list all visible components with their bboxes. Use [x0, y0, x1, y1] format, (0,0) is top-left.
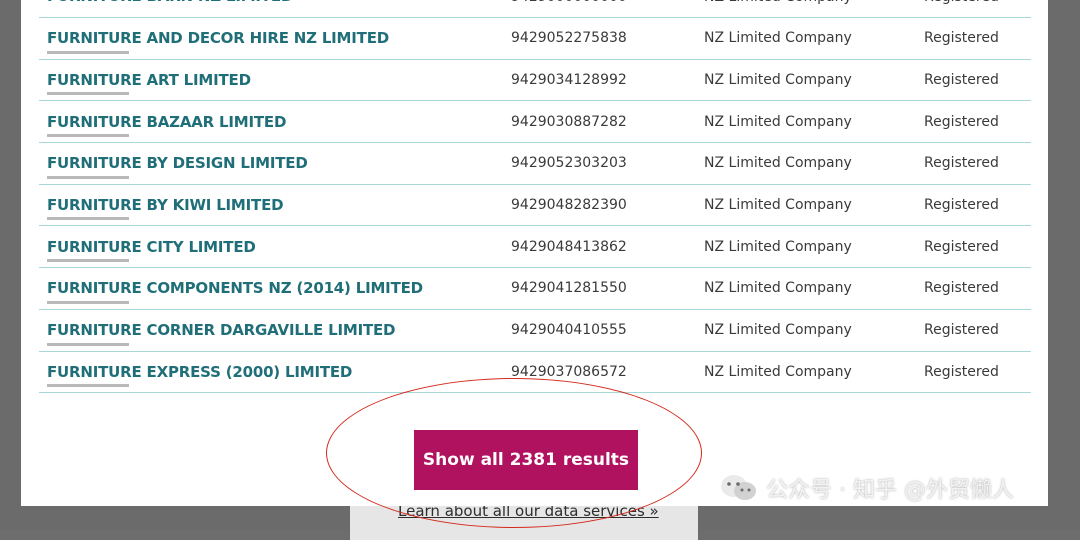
- nzbn-number: 9429030887282: [511, 113, 627, 130]
- watermark: 公众号 · 知乎 @外贸懒人: [720, 468, 1014, 508]
- entity-type: NZ Limited Company: [704, 238, 852, 255]
- link-underline: [47, 384, 129, 388]
- table-row: FURNITURE AND DECOR HIRE NZ LIMITED 94290…: [39, 18, 1031, 60]
- show-all-results-button[interactable]: Show all 2381 results: [414, 430, 638, 490]
- link-underline: [47, 342, 129, 346]
- company-name-link[interactable]: FURNITURE ART LIMITED: [47, 71, 251, 89]
- entity-type: NZ Limited Company: [704, 363, 852, 380]
- search-results-modal: FURNITURE BARN NZ LIMITED 9429000000000 NZ…: [21, 0, 1048, 506]
- company-name-link[interactable]: FURNITURE CORNER DARGAVILLE LIMITED: [47, 321, 395, 339]
- nzbn-number: 9429041281550: [511, 280, 627, 297]
- entity-status: Registered: [924, 72, 999, 89]
- company-name-link[interactable]: FURNITURE BY DESIGN LIMITED: [47, 154, 308, 172]
- company-name-link[interactable]: FURNITURE EXPRESS (2000) LIMITED: [47, 363, 352, 381]
- table-row: FURNITURE BARN NZ LIMITED 9429000000000 NZ…: [39, 0, 1031, 18]
- entity-status: Registered: [924, 30, 999, 47]
- company-name-link[interactable]: FURNITURE CITY LIMITED: [47, 238, 256, 256]
- nzbn-number: 9429048282390: [511, 197, 627, 214]
- watermark-text: 公众号 · 知乎 @外贸懒人: [766, 478, 1014, 503]
- table-row: FURNITURE EXPRESS (2000) LIMITED 94290370…: [39, 352, 1031, 394]
- nzbn-number: 9429040410555: [511, 322, 627, 339]
- table-row: FURNITURE BAZAAR LIMITED 9429030887282 NZ …: [39, 101, 1031, 144]
- entity-type: NZ Limited Company: [704, 280, 852, 297]
- link-underline: [47, 217, 129, 221]
- table-row: FURNITURE CORNER DARGAVILLE LIMITED 94290…: [39, 310, 1031, 352]
- table-row: FURNITURE ART LIMITED 9429034128992 NZ Lim…: [39, 60, 1031, 102]
- table-row: FURNITURE COMPONENTS NZ (2014) LIMITED 94…: [39, 268, 1031, 310]
- link-underline: [47, 175, 129, 179]
- nzbn-number: 9429037086572: [511, 363, 627, 380]
- company-name-link[interactable]: FURNITURE AND DECOR HIRE NZ LIMITED: [47, 29, 389, 47]
- table-row: FURNITURE BY DESIGN LIMITED 9429052303203…: [39, 143, 1031, 185]
- company-name-link[interactable]: FURNITURE COMPONENTS NZ (2014) LIMITED: [47, 279, 423, 297]
- entity-status: Registered: [924, 280, 999, 297]
- results-table: FURNITURE BARN NZ LIMITED 9429000000000 NZ…: [39, 0, 1031, 394]
- nzbn-number: 9429048413862: [511, 238, 627, 255]
- link-underline: [47, 259, 129, 263]
- table-row: FURNITURE BY KIWI LIMITED 9429048282390 NZ…: [39, 185, 1031, 227]
- entity-status: Registered: [924, 197, 999, 214]
- entity-status: Registered: [924, 113, 999, 130]
- nzbn-number: 9429000000000: [511, 0, 627, 5]
- entity-type: NZ Limited Company: [704, 322, 852, 339]
- link-underline: [47, 134, 129, 138]
- wechat-icon: [720, 473, 758, 503]
- entity-type: NZ Limited Company: [704, 0, 852, 5]
- company-name-link[interactable]: FURNITURE BY KIWI LIMITED: [47, 196, 284, 214]
- entity-status: Registered: [924, 238, 999, 255]
- table-row: FURNITURE CITY LIMITED 9429048413862 NZ Li…: [39, 226, 1031, 269]
- entity-type: NZ Limited Company: [704, 197, 852, 214]
- entity-type: NZ Limited Company: [704, 155, 852, 172]
- nzbn-number: 9429052303203: [511, 155, 627, 172]
- entity-status: Registered: [924, 155, 999, 172]
- entity-type: NZ Limited Company: [704, 113, 852, 130]
- entity-status: Registered: [924, 322, 999, 339]
- link-underline: [47, 300, 129, 304]
- entity-status: Registered: [924, 0, 999, 5]
- entity-type: NZ Limited Company: [704, 30, 852, 47]
- link-underline: [47, 50, 129, 54]
- nzbn-number: 9429034128992: [511, 72, 627, 89]
- company-name-link[interactable]: FURNITURE BARN NZ LIMITED: [47, 0, 293, 5]
- link-underline: [47, 92, 129, 96]
- entity-status: Registered: [924, 363, 999, 380]
- nzbn-number: 9429052275838: [511, 30, 627, 47]
- entity-type: NZ Limited Company: [704, 72, 852, 89]
- company-name-link[interactable]: FURNITURE BAZAAR LIMITED: [47, 113, 286, 131]
